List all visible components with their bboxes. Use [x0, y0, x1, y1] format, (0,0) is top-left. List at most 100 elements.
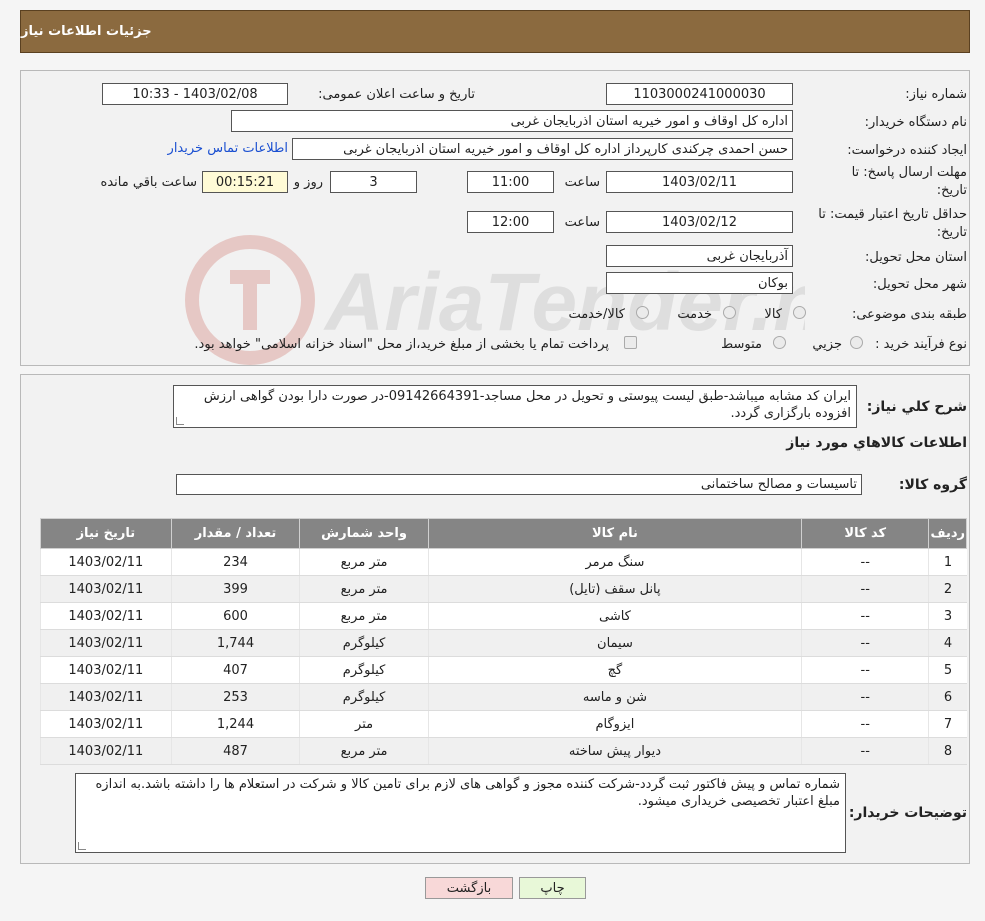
row-name: سیمان	[427, 629, 802, 657]
col-name-header: نام کالا	[427, 518, 803, 549]
col-unit-header: واحد شمارش	[299, 518, 429, 549]
row-unit: متر مربع	[299, 737, 429, 765]
row-code: --	[801, 548, 929, 576]
deadline-label: مهلت ارسال پاسخ: تا	[851, 165, 967, 180]
table-row: 3 -- کاشی متر مربع 600 1403/02/11	[40, 602, 967, 630]
row-name: پانل سقف (تایل)	[427, 575, 802, 603]
row-unit: کیلوگرم	[299, 656, 429, 684]
buyer-org-field: اداره کل اوقاف و امور خیریه استان اذربای…	[231, 110, 793, 132]
deadline-date-field: 1403/02/11	[606, 171, 793, 193]
row-date: 1403/02/11	[40, 629, 172, 657]
row-qty: 234	[170, 548, 300, 576]
requester-field: حسن احمدی چرکندی کارپرداز اداره کل اوقاف…	[292, 138, 793, 160]
row-index: 7	[928, 710, 967, 738]
buyer-notes-text: شماره تماس و پیش فاکتور ثبت گردد-شرکت کن…	[95, 777, 841, 809]
row-index: 6	[928, 683, 967, 711]
buyer-notes-label: توضیحات خریدار:	[848, 805, 967, 821]
row-unit: کیلوگرم	[299, 629, 429, 657]
process-medium-radio[interactable]	[773, 336, 786, 349]
city-field: بوکان	[606, 272, 793, 294]
row-date: 1403/02/11	[40, 548, 172, 576]
process-minor-label: جزيي	[812, 337, 842, 352]
row-qty: 253	[170, 683, 300, 711]
category-service-label: خدمت	[677, 307, 712, 322]
table-row: 7 -- ایزوگام متر 1,244 1403/02/11	[40, 710, 967, 738]
row-qty: 399	[170, 575, 300, 603]
validity-label-date: تاریخ:	[936, 225, 967, 240]
goods-section-title: اطلاعات کالاهاي مورد نياز	[786, 435, 967, 451]
province-label: استان محل تحویل:	[865, 250, 967, 265]
row-date: 1403/02/11	[40, 602, 172, 630]
process-minor-radio[interactable]	[850, 336, 863, 349]
row-qty: 1,744	[170, 629, 300, 657]
col-qty-header: تعداد / مقدار	[170, 518, 301, 549]
row-qty: 487	[170, 737, 300, 765]
row-name: شن و ماسه	[427, 683, 802, 711]
page-header: جزئیات اطلاعات نیاز	[20, 10, 970, 53]
category-label: طبقه بندی موضوعی:	[851, 307, 967, 322]
need-number-label: شماره نیاز:	[905, 87, 967, 102]
validity-time-field: 12:00	[467, 211, 554, 233]
days-remaining-field: 3	[330, 171, 417, 193]
table-row: 6 -- شن و ماسه کیلوگرم 253 1403/02/11	[40, 683, 967, 711]
table-row: 4 -- سیمان کیلوگرم 1,744 1403/02/11	[40, 629, 967, 657]
row-date: 1403/02/11	[40, 710, 172, 738]
buyer-notes-textarea: شماره تماس و پیش فاکتور ثبت گردد-شرکت کن…	[75, 773, 846, 853]
description-label: شرح کلي نياز:	[866, 399, 967, 415]
goods-group-label: گروه کالا:	[898, 477, 967, 493]
row-index: 4	[928, 629, 967, 657]
category-goods-service-radio[interactable]	[636, 306, 649, 319]
deadline-time-label: ساعت	[564, 175, 600, 190]
back-button[interactable]: بازگشت	[425, 877, 513, 899]
remaining-time-field: 00:15:21	[202, 171, 288, 193]
row-unit: متر مربع	[299, 602, 429, 630]
category-goods-service-label: کالا/خدمت	[568, 307, 625, 322]
table-header-row: رديف کد کالا نام کالا واحد شمارش تعداد /…	[40, 518, 967, 549]
row-name: کاشی	[427, 602, 802, 630]
row-name: گچ	[427, 656, 802, 684]
buyer-org-label: نام دستگاه خریدار:	[864, 115, 967, 130]
process-medium-label: متوسط	[721, 337, 762, 352]
description-text: ایران کد مشابه میباشد-طبق لیست پیوستی و …	[203, 389, 851, 421]
province-field: آذربایجان غربی	[606, 245, 793, 267]
col-code-header: کد کالا	[801, 518, 930, 549]
row-code: --	[801, 575, 929, 603]
validity-time-label: ساعت	[564, 215, 600, 230]
description-textarea: ایران کد مشابه میباشد-طبق لیست پیوستی و …	[173, 385, 857, 428]
row-code: --	[801, 602, 929, 630]
days-label: روز و	[293, 175, 323, 190]
category-goods-radio[interactable]	[793, 306, 806, 319]
validity-label: حداقل تاریخ اعتبار قیمت: تا	[818, 207, 967, 222]
row-date: 1403/02/11	[40, 656, 172, 684]
col-date-header: تاریخ نیاز	[40, 518, 172, 549]
col-row-header: رديف	[928, 518, 967, 549]
deadline-label-date: تاریخ:	[936, 183, 967, 198]
resize-handle-icon[interactable]	[78, 842, 86, 850]
table-row: 2 -- پانل سقف (تایل) متر مربع 399 1403/0…	[40, 575, 967, 603]
table-row: 5 -- گچ کیلوگرم 407 1403/02/11	[40, 656, 967, 684]
requester-label: ایجاد کننده درخواست:	[847, 143, 967, 158]
resize-handle-icon[interactable]	[176, 417, 184, 425]
category-goods-label: کالا	[764, 307, 782, 322]
row-code: --	[801, 737, 929, 765]
need-number-field: 1103000241000030	[606, 83, 793, 105]
row-index: 3	[928, 602, 967, 630]
buyer-contact-link[interactable]: اطلاعات تماس خریدار	[168, 141, 288, 156]
row-index: 8	[928, 737, 967, 765]
announce-field: 1403/02/08 - 10:33	[102, 83, 288, 105]
print-button[interactable]: چاپ	[519, 877, 586, 899]
row-qty: 600	[170, 602, 300, 630]
city-label: شهر محل تحویل:	[872, 277, 967, 292]
row-date: 1403/02/11	[40, 575, 172, 603]
row-unit: کیلوگرم	[299, 683, 429, 711]
goods-table: رديف کد کالا نام کالا واحد شمارش تعداد /…	[40, 518, 967, 765]
table-row: 1 -- سنگ مرمر متر مربع 234 1403/02/11	[40, 548, 967, 576]
process-note: پرداخت تمام یا بخشی از مبلغ خرید،از محل …	[194, 337, 609, 352]
row-code: --	[801, 683, 929, 711]
row-unit: متر مربع	[299, 575, 429, 603]
row-unit: متر مربع	[299, 548, 429, 576]
row-name: سنگ مرمر	[427, 548, 802, 576]
row-date: 1403/02/11	[40, 683, 172, 711]
treasury-checkbox[interactable]	[624, 336, 637, 349]
category-service-radio[interactable]	[723, 306, 736, 319]
